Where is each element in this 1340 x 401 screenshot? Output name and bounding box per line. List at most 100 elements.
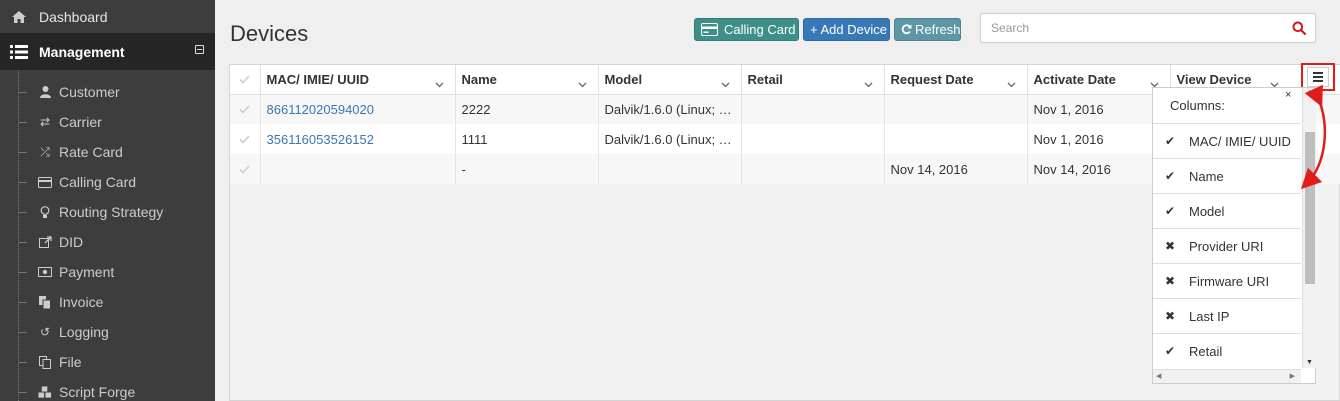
add-device-button[interactable]: + Add Device [803, 18, 890, 41]
column-header-label: Model [604, 71, 643, 87]
sidebar-item-dashboard[interactable]: Dashboard [0, 0, 215, 33]
chevron-down-icon[interactable] [578, 76, 587, 91]
search-icon[interactable] [1292, 21, 1307, 38]
sidebar-item-invoice[interactable]: Invoice [0, 287, 215, 317]
sidebar-item-management[interactable]: Management [0, 33, 215, 70]
column-chooser-list: ✔ MAC/ IMIE/ UUID ✔ Name ✔ Model ✖ Provider … [1153, 123, 1301, 368]
column-option-last-ip[interactable]: ✖ Last IP [1153, 298, 1301, 333]
cell-mac[interactable]: 866112020594020 [260, 94, 456, 124]
sidebar-item-routing-strategy[interactable]: Routing Strategy [0, 197, 215, 227]
check-icon [239, 72, 250, 87]
cell-activate-date: Nov 1, 2016 [1027, 124, 1171, 154]
sidebar-item-rate-card[interactable]: ⤮ Rate Card [0, 137, 215, 167]
row-checkbox[interactable] [230, 124, 261, 154]
credit-card-icon [701, 23, 718, 36]
column-header-activate-date[interactable]: Activate Date [1027, 65, 1171, 95]
cell-retail [741, 154, 885, 184]
column-header-label: Retail [747, 71, 783, 87]
exchange-icon: ⇄ [39, 115, 51, 129]
cell-model [598, 154, 742, 184]
x-mark-icon: ✖ [1165, 274, 1176, 288]
column-option-provider-uri[interactable]: ✖ Provider URI [1153, 228, 1301, 263]
checkmark-icon: ✔ [1165, 204, 1176, 218]
sidebar-item-label: Script Forge [59, 384, 136, 400]
chevron-down-icon[interactable] [721, 76, 730, 91]
check-icon [239, 102, 250, 117]
check-icon [239, 162, 250, 177]
collapse-icon[interactable] [195, 45, 204, 54]
sidebar-item-carrier[interactable]: ⇄ Carrier [0, 107, 215, 137]
row-checkbox[interactable] [230, 154, 261, 184]
column-header-label: Activate Date [1033, 71, 1116, 87]
page-title: Devices [230, 21, 309, 46]
sidebar-item-script-forge[interactable]: Script Forge [0, 377, 215, 401]
column-option-label: MAC/ IMIE/ UUID [1189, 133, 1291, 149]
column-option-label: Name [1189, 168, 1224, 184]
column-option-model[interactable]: ✔ Model [1153, 193, 1301, 228]
search-input[interactable] [981, 14, 1271, 42]
sidebar-item-calling-card[interactable]: Calling Card [0, 167, 215, 197]
cell-retail [741, 94, 885, 124]
cell-mac[interactable] [260, 154, 456, 184]
column-option-retail[interactable]: ✔ Retail [1153, 333, 1301, 368]
horizontal-scrollbar[interactable]: ◀ ▶ [1153, 369, 1301, 383]
cell-request-date: Nov 14, 2016 [884, 154, 1028, 184]
refresh-button[interactable]: Refresh [894, 18, 961, 41]
scroll-down-icon[interactable]: ▼ [1306, 359, 1313, 366]
sidebar-item-did[interactable]: DID [0, 227, 215, 257]
annotation-arrow-icon [1300, 84, 1327, 190]
sidebar-item-label: Payment [59, 264, 115, 280]
sidebar-item-label: Calling Card [59, 174, 137, 190]
chevron-down-icon[interactable] [435, 76, 444, 91]
column-header-model[interactable]: Model [598, 65, 742, 95]
device-link[interactable]: 866112020594020 [267, 102, 375, 117]
checkmark-icon: ✔ [1165, 169, 1176, 183]
sidebar-item-logging[interactable]: ↺ Logging [0, 317, 215, 347]
sidebar-item-label: Management [39, 43, 125, 60]
column-option-label: Last IP [1189, 308, 1230, 324]
lightbulb-icon [38, 205, 52, 219]
sidebar-item-file[interactable]: File [0, 347, 215, 377]
device-link[interactable]: 356116053526152 [267, 132, 375, 147]
cell-name: - [455, 154, 599, 184]
column-header-name[interactable]: Name [455, 65, 599, 95]
column-option-label: Provider URI [1189, 238, 1264, 254]
sidebar-item-payment[interactable]: Payment [0, 257, 215, 287]
cell-mac[interactable]: 356116053526152 [260, 124, 456, 154]
column-option-mac[interactable]: ✔ MAC/ IMIE/ UUID [1153, 123, 1301, 158]
cell-activate-date: Nov 1, 2016 [1027, 94, 1171, 124]
cell-activate-date: Nov 14, 2016 [1027, 154, 1171, 184]
add-device-button-label: + Add Device [810, 22, 887, 37]
scroll-right-icon[interactable]: ▶ [1290, 372, 1295, 380]
column-header-mac[interactable]: MAC/ IMIE/ UUID [260, 65, 456, 95]
column-option-firmware-uri[interactable]: ✖ Firmware URI [1153, 263, 1301, 298]
sidebar-item-label: Customer [59, 84, 120, 100]
cell-request-date [884, 124, 1028, 154]
sidebar-item-label: Dashboard [39, 8, 108, 25]
column-header-label: View Device [1176, 71, 1252, 87]
sidebar-item-customer[interactable]: Customer [0, 77, 215, 107]
calling-card-button[interactable]: Calling Card [694, 18, 799, 41]
checkmark-icon: ✔ [1165, 134, 1176, 148]
x-mark-icon: ✖ [1165, 309, 1176, 323]
search-box [980, 13, 1316, 43]
cell-request-date [884, 94, 1028, 124]
select-all-checkbox[interactable] [230, 65, 261, 95]
column-header-request-date[interactable]: Request Date [884, 65, 1028, 95]
refresh-icon [901, 24, 912, 35]
undo-icon: ↺ [39, 325, 51, 339]
scroll-left-icon[interactable]: ◀ [1156, 372, 1161, 380]
column-header-label: Name [461, 71, 497, 87]
list-icon [9, 44, 29, 59]
row-checkbox[interactable] [230, 94, 261, 124]
home-icon [10, 10, 28, 24]
cell-name: 1111 [455, 124, 599, 154]
sidebar-item-label: Carrier [59, 114, 102, 130]
chevron-down-icon[interactable] [1007, 76, 1016, 91]
checkmark-icon: ✔ [1165, 344, 1176, 358]
chevron-down-icon[interactable] [864, 76, 873, 91]
user-icon [38, 86, 52, 98]
column-header-retail[interactable]: Retail [741, 65, 885, 95]
column-option-name[interactable]: ✔ Name [1153, 158, 1301, 193]
sidebar: Dashboard Management Customer ⇄ Carrier … [0, 0, 215, 401]
